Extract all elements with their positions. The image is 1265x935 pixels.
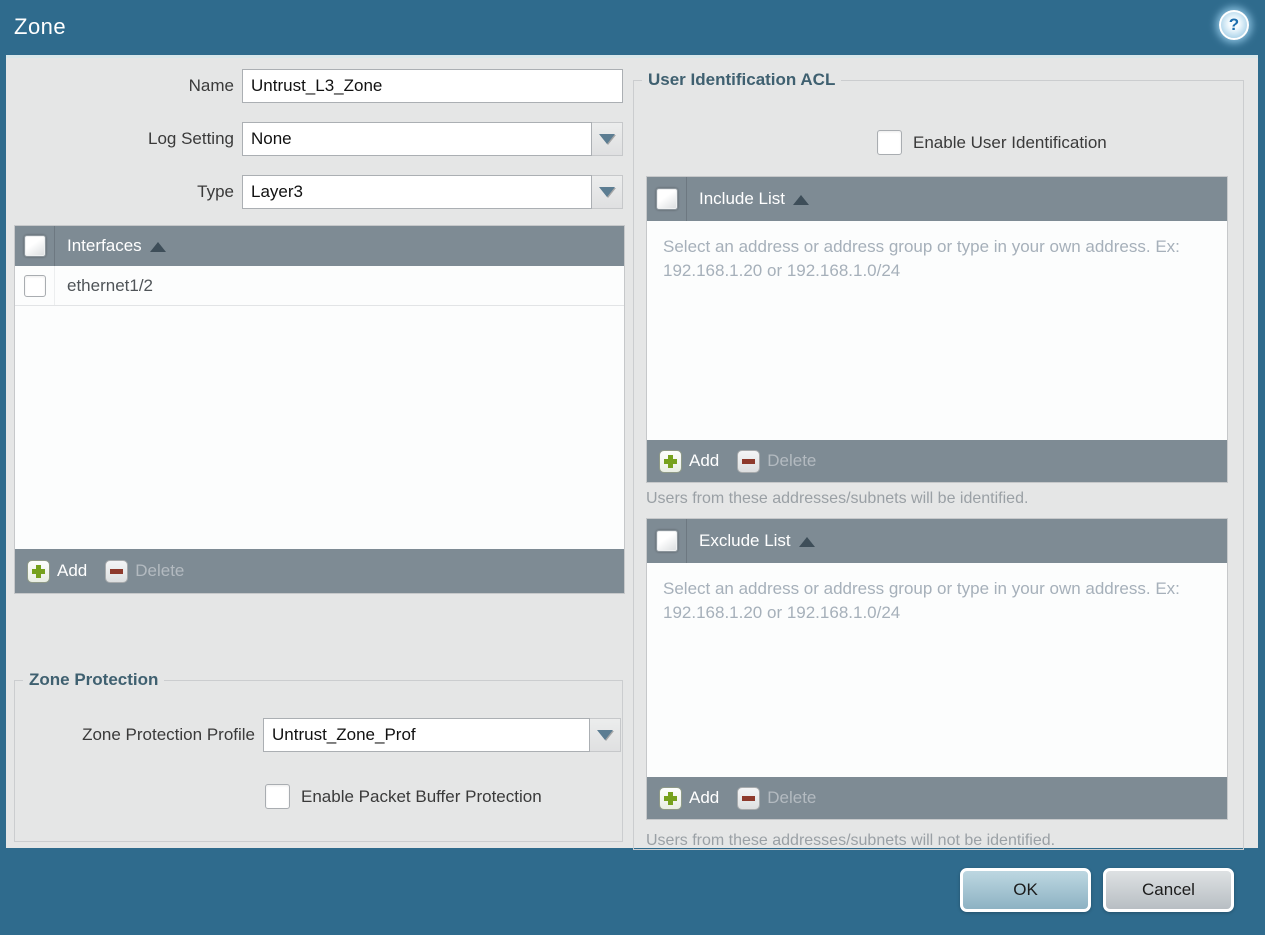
sort-ascending-icon [793,195,809,205]
exclude-list-placeholder: Select an address or address group or ty… [663,579,1180,622]
exclude-list-header: Exclude List [647,519,1227,563]
interface-name-cell: ethernet1/2 [67,275,154,295]
delete-button[interactable]: Delete [737,786,817,810]
minus-icon [737,449,761,473]
header-checkbox-cell [647,177,687,221]
row-checkbox[interactable] [23,274,46,297]
enable-user-identification-row: Enable User Identification [877,130,1107,155]
sort-ascending-icon [149,242,166,252]
packet-buffer-protection-label: Enable Packet Buffer Protection [301,786,542,806]
type-label: Type [197,182,234,201]
add-button[interactable]: Add [659,449,720,473]
delete-label: Delete [135,561,185,580]
interfaces-column-label: Interfaces [67,236,142,255]
interfaces-column-header[interactable]: Interfaces [67,236,166,256]
chevron-down-icon [599,187,615,197]
delete-label: Delete [767,451,817,470]
exclude-list-toolbar: Add Delete [647,777,1227,819]
log-setting-dropdown-button[interactable] [592,122,623,156]
type-combo [242,175,623,209]
help-icon[interactable]: ? [1219,10,1249,40]
add-label: Add [689,451,720,470]
interfaces-select-all-checkbox[interactable] [23,235,46,257]
include-list-table: Include List Select an address or addres… [646,176,1228,483]
zone-protection-legend: Zone Protection [29,670,159,689]
add-label: Add [57,561,88,580]
interfaces-table: Interfaces ethernet1/2 Add Delete [14,225,625,594]
chevron-down-icon [599,134,615,144]
delete-button[interactable]: Delete [105,559,185,583]
include-list-toolbar: Add Delete [647,440,1227,482]
dialog-titlebar: Zone ? [0,0,1265,55]
include-list-label: Include List [699,189,785,208]
interfaces-table-header: Interfaces [15,226,624,266]
include-list-column-header[interactable]: Include List [699,189,809,209]
zone-protection-group: Zone Protection Zone Protection Profile … [14,670,623,842]
include-list-caption: Users from these addresses/subnets will … [646,490,1029,507]
chevron-down-icon [597,730,613,740]
zone-protection-profile-combo [263,718,621,752]
add-label: Add [689,788,720,807]
header-checkbox-cell [15,226,55,266]
include-select-all-checkbox[interactable] [655,188,678,210]
exclude-select-all-checkbox[interactable] [655,530,678,552]
row-checkbox-cell [15,266,55,305]
exclude-list-body: Select an address or address group or ty… [647,563,1227,777]
minus-icon [737,786,761,810]
delete-label: Delete [767,788,817,807]
include-list-placeholder: Select an address or address group or ty… [663,237,1180,280]
zone-protection-profile-dropdown-button[interactable] [590,718,621,752]
plus-icon [27,559,50,583]
exclude-list-column-header[interactable]: Exclude List [699,531,815,551]
include-list-body: Select an address or address group or ty… [647,221,1227,440]
log-setting-combo [242,122,623,156]
delete-button[interactable]: Delete [737,449,817,473]
enable-packet-buffer-protection-checkbox[interactable] [265,784,290,809]
dialog-body: Name Log Setting Type Interfaces [6,55,1258,850]
header-checkbox-cell [647,519,687,563]
sort-ascending-icon [798,537,815,547]
log-setting-label: Log Setting [147,129,234,148]
include-list-header: Include List [647,177,1227,221]
enable-user-identification-checkbox[interactable] [877,130,902,155]
plus-icon [659,786,682,810]
ok-button[interactable]: OK [960,868,1091,912]
dialog-title: Zone [14,14,67,39]
zone-protection-profile-input[interactable] [263,718,590,752]
zone-protection-profile-label: Zone Protection Profile [82,725,255,744]
exclude-list-caption: Users from these addresses/subnets will … [646,832,1056,849]
enable-user-identification-label: Enable User Identification [913,132,1107,152]
type-dropdown-button[interactable] [592,175,623,209]
user-identification-acl-group: User Identification ACL Enable User Iden… [633,70,1244,850]
add-button[interactable]: Add [659,786,720,810]
interfaces-table-empty-area [15,306,624,549]
zone-dialog: Zone ? Name Log Setting Type [0,0,1265,935]
help-glyph: ? [1228,15,1240,34]
name-input[interactable] [242,69,623,103]
table-row[interactable]: ethernet1/2 [15,266,624,306]
plus-icon [659,449,682,473]
cancel-button[interactable]: Cancel [1103,868,1234,912]
type-input[interactable] [242,175,592,209]
minus-icon [105,559,129,583]
packet-buffer-protection-row: Enable Packet Buffer Protection [265,784,542,809]
log-setting-input[interactable] [242,122,592,156]
user-identification-acl-legend: User Identification ACL [648,70,836,89]
name-label: Name [188,76,234,95]
interfaces-toolbar: Add Delete [15,549,624,593]
exclude-list-table: Exclude List Select an address or addres… [646,518,1228,820]
add-button[interactable]: Add [27,559,88,583]
exclude-list-label: Exclude List [699,531,791,550]
